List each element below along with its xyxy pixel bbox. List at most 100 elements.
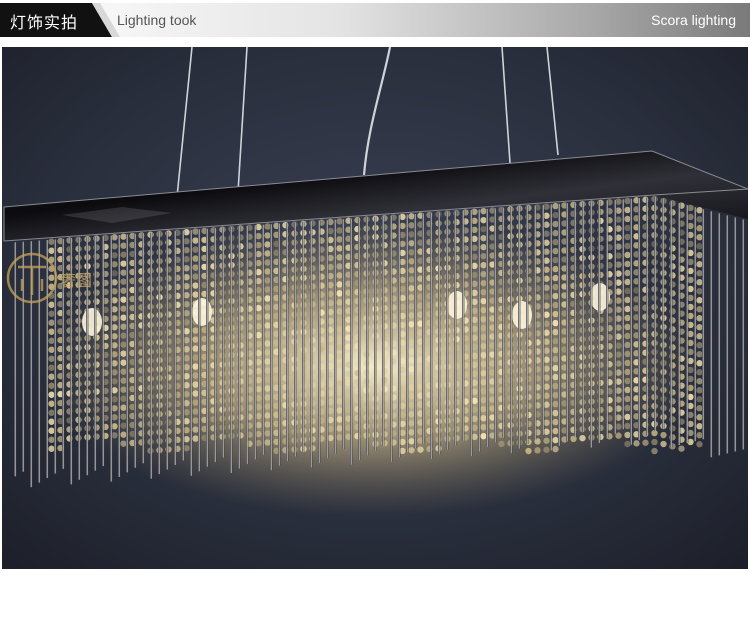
crystal-bead (552, 203, 558, 209)
crystal-bead (552, 356, 558, 362)
chandelier-rod (302, 222, 304, 452)
crystal-bead (192, 426, 198, 432)
chandelier-rod (198, 229, 200, 471)
crystal-bead (642, 440, 648, 446)
crystal-bead (336, 434, 342, 440)
crystal-bead (660, 432, 666, 438)
crystal-bead (480, 397, 486, 403)
crystal-bead (336, 425, 342, 431)
crystal-bead (408, 294, 414, 300)
crystal-bead (552, 230, 558, 236)
crystal-bead (48, 347, 54, 353)
crystal-bead (480, 244, 486, 250)
crystal-bead (696, 387, 702, 393)
crystal-bead (120, 242, 126, 248)
crystal-bead (408, 222, 414, 228)
chandelier-rod (366, 217, 368, 455)
crystal-bead (417, 446, 423, 452)
crystal-bead (264, 277, 270, 283)
bulb-light (82, 308, 102, 336)
chandelier-rod (462, 211, 464, 441)
chandelier-rod (710, 211, 712, 457)
crystal-bead (264, 295, 270, 301)
section-subtitle: Lighting took (117, 12, 196, 28)
chandelier-rod (278, 224, 280, 466)
crystal-bead (48, 338, 54, 344)
crystal-bead (480, 343, 486, 349)
crystal-bead (264, 304, 270, 310)
crystal-bead (696, 441, 702, 447)
crystal-bead (336, 218, 342, 224)
crystal-bead (408, 339, 414, 345)
crystal-bead (336, 371, 342, 377)
crystal-bead (48, 374, 54, 380)
crystal-bead (696, 315, 702, 321)
crystal-bead (624, 216, 630, 222)
crystal-bead (48, 446, 54, 452)
chandelier-rod (622, 199, 624, 429)
crystal-bead (678, 445, 684, 451)
chandelier-rod (166, 232, 168, 470)
chandelier-rod (150, 233, 152, 479)
crystal-bead (651, 448, 657, 454)
crystal-bead (624, 387, 630, 393)
crystal-bead (120, 431, 126, 437)
crystal-bead (696, 396, 702, 402)
crystal-bead (552, 446, 558, 452)
crystal-bead (336, 290, 342, 296)
crystal-bead (408, 447, 414, 453)
crystal-bead (192, 255, 198, 261)
crystal-bead (408, 321, 414, 327)
chandelier-rod (574, 203, 576, 437)
crystal-bead (696, 261, 702, 267)
crystal-bead (120, 278, 126, 284)
crystal-bead (120, 332, 126, 338)
crystal-bead (120, 395, 126, 401)
crystal-bead (552, 239, 558, 245)
chandelier-rod (374, 217, 376, 451)
crystal-bead (480, 433, 486, 439)
crystal-bead (624, 207, 630, 213)
chandelier-rod (414, 214, 416, 448)
crystal-bead (480, 316, 486, 322)
crystal-bead (192, 237, 198, 243)
crystal-bead (480, 298, 486, 304)
crystal-bead (264, 340, 270, 346)
crystal-bead (624, 198, 630, 204)
crystal-bead (408, 348, 414, 354)
crystal-bead (543, 438, 549, 444)
crystal-bead (633, 440, 639, 446)
chandelier-rod (542, 205, 544, 435)
crystal-bead (48, 248, 54, 254)
chandelier-rod (294, 222, 296, 456)
crystal-bead (480, 406, 486, 412)
crystal-bead (48, 329, 54, 335)
crystal-bead (120, 368, 126, 374)
crystal-bead (120, 323, 126, 329)
chandelier-rod (14, 242, 16, 476)
chandelier-rod (134, 234, 136, 468)
crystal-bead (336, 353, 342, 359)
crystal-bead (552, 347, 558, 353)
crystal-bead (264, 385, 270, 391)
crystal-bead (336, 344, 342, 350)
crystal-bead (696, 414, 702, 420)
crystal-bead (408, 249, 414, 255)
chandelier-rod (510, 207, 512, 453)
crystal-bead (624, 225, 630, 231)
chandelier-rod (358, 218, 360, 460)
crystal-bead (264, 367, 270, 373)
crystal-bead (552, 275, 558, 281)
crystal-bead (480, 262, 486, 268)
crystal-bead (696, 333, 702, 339)
crystal-bead (336, 317, 342, 323)
crystal-bead (48, 320, 54, 326)
crystal-bead (336, 362, 342, 368)
crystal-bead (264, 223, 270, 229)
section-tab-label: 灯饰实拍 (10, 9, 78, 33)
crystal-bead (552, 293, 558, 299)
crystal-bead (696, 270, 702, 276)
crystal-bead (624, 234, 630, 240)
chandelier-rod (742, 219, 744, 449)
crystal-bead (696, 351, 702, 357)
